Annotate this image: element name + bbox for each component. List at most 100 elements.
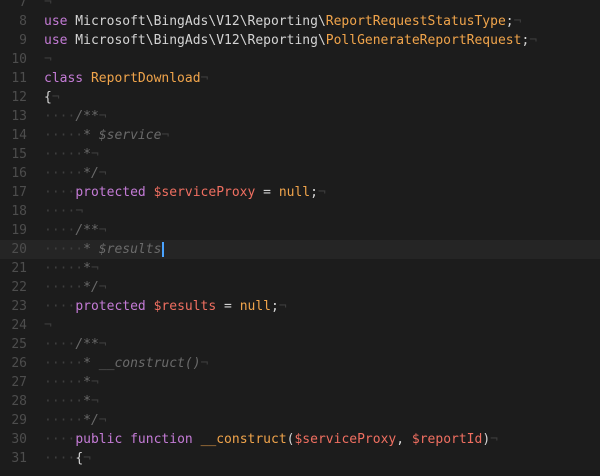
code-line[interactable]: 19 ····/**¬ (0, 221, 600, 240)
code-token: ; (505, 14, 514, 29)
line-number: 26 (11, 356, 27, 371)
code-token: use (44, 14, 68, 29)
code-line[interactable]: 11 class ReportDownload¬ (0, 69, 600, 88)
code-text: class ReportDownload¬ (44, 69, 208, 88)
code-line[interactable]: 14 ·····* $service¬ (0, 126, 600, 145)
whitespace-marker: ¬ (529, 33, 538, 48)
code-line[interactable]: 30 ····public function __construct($servi… (0, 430, 600, 449)
code-text: ·····*¬ (44, 392, 99, 411)
code-token: , (396, 432, 412, 447)
code-line[interactable]: 27 ·····*¬ (0, 373, 600, 392)
code-line[interactable]: 28 ·····*¬ (0, 392, 600, 411)
code-token: = (255, 185, 279, 200)
whitespace-marker: ¬ (98, 337, 107, 352)
code-token: ; (310, 185, 318, 200)
code-token: /** (75, 109, 99, 124)
line-number: 24 (11, 318, 27, 333)
line-number: 22 (11, 280, 27, 295)
code-token: PollGenerateReportRequest (325, 33, 522, 48)
whitespace-marker: ¬ (44, 318, 52, 333)
code-token: function (130, 432, 193, 447)
code-line[interactable]: 23 ····protected $results = null;¬ (0, 297, 600, 316)
code-text: ····¬ (44, 202, 83, 221)
code-token: ReportRequestStatusType (325, 14, 506, 29)
whitespace-marker: ···· (44, 204, 76, 219)
whitespace-marker: ····· (44, 147, 84, 162)
line-number: 17 (11, 185, 27, 200)
whitespace-marker: ¬ (161, 128, 170, 143)
code-line[interactable]: 31 ····{¬ (0, 449, 600, 468)
code-token: null (278, 185, 311, 200)
whitespace-marker: ····· (44, 280, 84, 295)
code-text: use Microsoft\BingAds\V12\Reporting\Poll… (44, 31, 537, 50)
whitespace-marker: ¬ (317, 185, 326, 200)
current-line[interactable]: 20 ·····* $results (0, 240, 600, 259)
code-line[interactable]: 8 use Microsoft\BingAds\V12\Reporting\Rep… (0, 12, 600, 31)
code-text: ·····*¬ (44, 259, 99, 278)
code-line[interactable]: 12 {¬ (0, 88, 600, 107)
code-line[interactable]: 22 ·····*/¬ (0, 278, 600, 297)
code-token: $serviceProxy (153, 185, 256, 200)
whitespace-marker: ····· (44, 242, 84, 257)
code-token: { (44, 90, 52, 105)
code-text: ····/**¬ (44, 221, 107, 240)
code-text: ·····*/¬ (44, 278, 107, 297)
code-line[interactable]: 21 ·····*¬ (0, 259, 600, 278)
code-editor[interactable]: 7 ¬ 8 use Microsoft\BingAds\V12\Reporting\R… (0, 0, 600, 476)
code-line[interactable]: 10 ¬ (0, 50, 600, 69)
whitespace-marker: ···· (44, 109, 76, 124)
code-line[interactable]: 15 ·····*¬ (0, 145, 600, 164)
whitespace-marker: ····· (44, 356, 84, 371)
code-line[interactable]: 24 ¬ (0, 316, 600, 335)
code-line[interactable]: 13 ····/**¬ (0, 107, 600, 126)
line-number: 12 (11, 90, 27, 105)
code-token: use (44, 33, 68, 48)
code-token: { (75, 451, 84, 466)
line-number: 25 (11, 337, 27, 352)
line-number: 18 (11, 204, 27, 219)
whitespace-marker: ····· (44, 375, 84, 390)
code-line[interactable]: 9 use Microsoft\BingAds\V12\Reporting\Pol… (0, 31, 600, 50)
code-text: ¬ (44, 50, 52, 69)
code-text: ····protected $serviceProxy = null;¬ (44, 183, 326, 202)
code-line[interactable]: 25 ····/**¬ (0, 335, 600, 354)
whitespace-marker: ¬ (90, 375, 99, 390)
code-line[interactable]: 29 ·····*/¬ (0, 411, 600, 430)
whitespace-marker: ···· (44, 299, 76, 314)
code-text: ·····*¬ (44, 373, 99, 392)
whitespace-marker: ····· (44, 413, 84, 428)
whitespace-marker: ¬ (98, 280, 107, 295)
whitespace-marker: ····· (44, 261, 84, 276)
line-number: 7 (19, 0, 27, 10)
code-line[interactable]: 17 ····protected $serviceProxy = null;¬ (0, 183, 600, 202)
code-token: * (83, 261, 91, 276)
code-line[interactable]: 26 ·····* __construct()¬ (0, 354, 600, 373)
whitespace-marker: ···· (44, 337, 76, 352)
code-text: ····public function __construct($service… (44, 430, 498, 449)
whitespace-marker: ···· (44, 185, 76, 200)
code-token: protected (75, 299, 146, 314)
whitespace-marker: ¬ (83, 451, 91, 466)
line-number: 27 (11, 375, 27, 390)
code-token: */ (83, 413, 99, 428)
whitespace-marker: ···· (44, 223, 76, 238)
code-token: $results (153, 299, 217, 314)
code-token: ) (482, 432, 491, 447)
whitespace-marker: ¬ (98, 166, 107, 181)
code-text: ·····*¬ (44, 145, 99, 164)
code-line[interactable]: 18 ····¬ (0, 202, 600, 221)
whitespace-marker: ¬ (98, 413, 107, 428)
whitespace-marker: ¬ (90, 394, 99, 409)
code-text: {¬ (44, 88, 60, 107)
code-line[interactable]: 7 ¬ (0, 0, 600, 12)
code-token: ; (271, 299, 279, 314)
whitespace-marker: ¬ (44, 0, 52, 10)
whitespace-marker: ···· (44, 451, 76, 466)
line-number: 8 (19, 14, 27, 29)
code-token: */ (83, 166, 99, 181)
text-cursor (162, 242, 165, 257)
code-text: ····{¬ (44, 449, 91, 468)
code-line[interactable]: 16 ·····*/¬ (0, 164, 600, 183)
